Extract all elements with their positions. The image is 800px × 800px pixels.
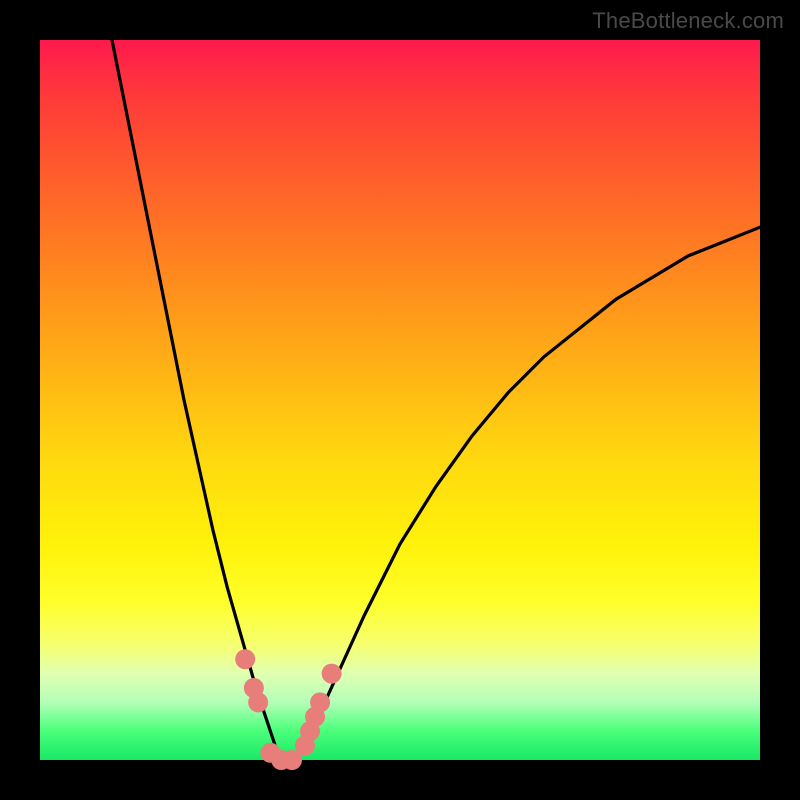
marker-point <box>322 664 342 684</box>
marker-point <box>248 692 268 712</box>
plot-area <box>40 40 760 760</box>
bottleneck-curve <box>112 40 760 760</box>
chart-svg <box>40 40 760 760</box>
chart-frame: TheBottleneck.com <box>0 0 800 800</box>
marker-point <box>310 692 330 712</box>
curve-layer <box>112 40 760 760</box>
marker-point <box>235 649 255 669</box>
watermark-text: TheBottleneck.com <box>592 8 784 34</box>
